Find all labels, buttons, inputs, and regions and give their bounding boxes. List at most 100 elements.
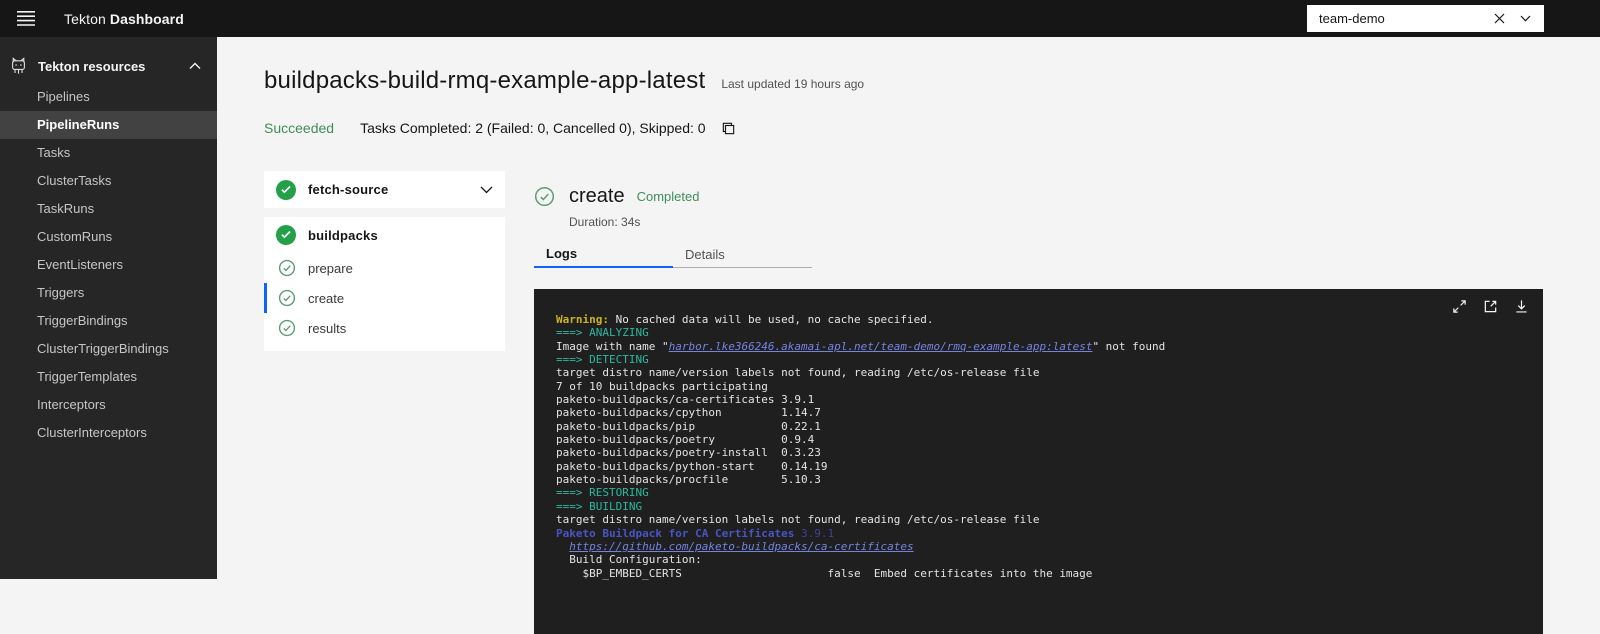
- task-list: fetch-source buildpacks p: [264, 171, 505, 351]
- tab-label: Details: [685, 247, 725, 262]
- step-status: Completed: [637, 189, 700, 204]
- log-line: paketo-buildpacks/ca-certificates 3.9.1: [556, 393, 1527, 406]
- clear-namespace-button[interactable]: [1486, 7, 1512, 31]
- sidebar-section-tekton-resources[interactable]: Tekton resources: [0, 51, 217, 81]
- log-line: paketo-buildpacks/poetry 0.9.4: [556, 433, 1527, 446]
- log-text-segment: paketo-buildpacks/ca-certificates 3.9.1: [556, 393, 814, 406]
- sidebar-item-label: ClusterInterceptors: [37, 425, 147, 440]
- sidebar-item-clustertasks[interactable]: ClusterTasks: [0, 167, 217, 195]
- step-detail-panel: create Completed Duration: 34s LogsDetai…: [534, 37, 1543, 579]
- log-text-segment: paketo-buildpacks/procfile 5.10.3: [556, 473, 821, 486]
- sidebar-item-label: EventListeners: [37, 257, 123, 272]
- sidebar-item-customruns[interactable]: CustomRuns: [0, 223, 217, 251]
- namespace-combobox[interactable]: team-demo: [1307, 5, 1544, 32]
- log-line: paketo-buildpacks/pip 0.22.1: [556, 420, 1527, 433]
- log-line: target distro name/version labels not fo…: [556, 366, 1527, 379]
- namespace-value: team-demo: [1319, 11, 1385, 26]
- log-text-segment: paketo-buildpacks/pip 0.22.1: [556, 420, 821, 433]
- check-outline-icon: [278, 259, 296, 277]
- step-item-prepare[interactable]: prepare: [264, 253, 505, 283]
- log-text-segment: No cached data will be used, no cache sp…: [609, 313, 934, 326]
- chevron-down-icon: [480, 186, 493, 194]
- sidebar-item-label: Triggers: [37, 285, 84, 300]
- log-line: ===> DETECTING: [556, 353, 1527, 366]
- log-link[interactable]: harbor.lke366246.akamai-apl.net/team-dem…: [669, 340, 1093, 353]
- tab-details[interactable]: Details: [673, 241, 812, 268]
- log-line: paketo-buildpacks/procfile 5.10.3: [556, 473, 1527, 486]
- log-text-segment: paketo-buildpacks/cpython 1.14.7: [556, 406, 821, 419]
- sidebar-section-label: Tekton resources: [38, 59, 145, 74]
- sidebar-item-triggertemplates[interactable]: TriggerTemplates: [0, 363, 217, 391]
- log-text-segment: ===> DETECTING: [556, 353, 649, 366]
- task-item-buildpacks: buildpacks prepare create results: [264, 217, 505, 351]
- sidebar-nav: Pipelines PipelineRuns TasksClusterTasks Ta…: [0, 83, 217, 447]
- sidebar-item-clusterinterceptors[interactable]: ClusterInterceptors: [0, 419, 217, 447]
- task-label: fetch-source: [308, 182, 388, 197]
- log-line: Paketo Buildpack for CA Certificates 3.9…: [556, 527, 1527, 540]
- task-steps: prepare create results: [264, 253, 505, 343]
- log-text-segment: target distro name/version labels not fo…: [556, 513, 1039, 526]
- tab-logs[interactable]: Logs: [534, 241, 673, 268]
- sidebar-item-label: TaskRuns: [37, 201, 94, 216]
- download-logs-button[interactable]: [1509, 294, 1533, 318]
- sidebar-item-tasks[interactable]: Tasks: [0, 139, 217, 167]
- sidebar-item-label: Pipelines: [37, 89, 90, 104]
- sidebar-item-pipelineruns[interactable]: PipelineRuns: [0, 111, 217, 139]
- log-line: Build Configuration:: [556, 553, 1527, 566]
- log-text-segment: " not found: [1092, 340, 1165, 353]
- log-line: target distro name/version labels not fo…: [556, 513, 1527, 526]
- log-text-segment: ===> ANALYZING: [556, 326, 649, 339]
- sidebar-item-label: CustomRuns: [37, 229, 112, 244]
- check-outline-icon: [278, 289, 296, 307]
- log-line: ===> ANALYZING: [556, 326, 1527, 339]
- app-title: Tekton Dashboard: [64, 11, 184, 27]
- launch-icon: [1483, 299, 1498, 314]
- log-text-segment: paketo-buildpacks/python-start 0.14.19: [556, 460, 828, 473]
- log-text-segment: Build Configuration:: [556, 553, 702, 566]
- log-text-segment: ===> BUILDING: [556, 500, 642, 513]
- log-line: ===> BUILDING: [556, 500, 1527, 513]
- log-line: $BP_EMBED_CERTS false Embed certificates…: [556, 567, 1527, 580]
- sidebar-item-triggerbindings[interactable]: TriggerBindings: [0, 307, 217, 335]
- step-item-create[interactable]: create: [264, 283, 505, 313]
- namespace-dropdown-toggle[interactable]: [1512, 7, 1538, 31]
- sidebar-item-label: ClusterTriggerBindings: [37, 341, 169, 356]
- app-title-name: Dashboard: [110, 11, 184, 27]
- log-line: paketo-buildpacks/python-start 0.14.19: [556, 460, 1527, 473]
- task-item-fetch-source[interactable]: fetch-source: [264, 171, 505, 208]
- log-link[interactable]: https://github.com/paketo-buildpacks/ca-…: [569, 540, 913, 553]
- step-tabs: Logs Details: [534, 241, 812, 268]
- tab-label: Logs: [546, 246, 577, 261]
- app-title-prefix: Tekton: [64, 11, 106, 27]
- sidebar-item-pipelines[interactable]: Pipelines: [0, 83, 217, 111]
- expand-logs-button[interactable]: [1447, 294, 1471, 318]
- log-line: ===> RESTORING: [556, 486, 1527, 499]
- log-text-segment: Image with name ": [556, 340, 669, 353]
- step-item-results[interactable]: results: [264, 313, 505, 343]
- sidebar: Tekton resources Pipelines PipelineRuns Ta…: [0, 37, 217, 579]
- log-text-segment: paketo-buildpacks/poetry 0.9.4: [556, 433, 814, 446]
- step-name: create: [569, 185, 625, 208]
- sidebar-item-taskruns[interactable]: TaskRuns: [0, 195, 217, 223]
- open-logs-button[interactable]: [1478, 294, 1502, 318]
- log-panel: Warning: No cached data will be used, no…: [534, 289, 1543, 634]
- sidebar-item-interceptors[interactable]: Interceptors: [0, 391, 217, 419]
- sidebar-item-triggers[interactable]: Triggers: [0, 279, 217, 307]
- log-text-segment: $BP_EMBED_CERTS false Embed certificates…: [556, 567, 1092, 580]
- app-header: Tekton Dashboard team-demo: [0, 0, 1600, 37]
- log-line: paketo-buildpacks/cpython 1.14.7: [556, 406, 1527, 419]
- log-line: 7 of 10 buildpacks participating: [556, 380, 1527, 393]
- log-text-segment: Paketo Buildpack for CA Certificates: [556, 527, 794, 540]
- sidebar-item-eventlisteners[interactable]: EventListeners: [0, 251, 217, 279]
- sidebar-item-label: PipelineRuns: [37, 117, 119, 132]
- log-line: paketo-buildpacks/poetry-install 0.3.23: [556, 446, 1527, 459]
- task-header-buildpacks[interactable]: buildpacks: [264, 217, 505, 253]
- check-outline-icon: [534, 186, 555, 207]
- log-text-segment: [556, 540, 569, 553]
- log-line: Image with name "harbor.lke366246.akamai…: [556, 340, 1527, 353]
- menu-button[interactable]: [16, 11, 36, 27]
- sidebar-item-label: Interceptors: [37, 397, 106, 412]
- log-line: https://github.com/paketo-buildpacks/ca-…: [556, 540, 1527, 553]
- sidebar-item-clustertriggerbindings[interactable]: ClusterTriggerBindings: [0, 335, 217, 363]
- step-detail-header: create Completed: [534, 185, 699, 208]
